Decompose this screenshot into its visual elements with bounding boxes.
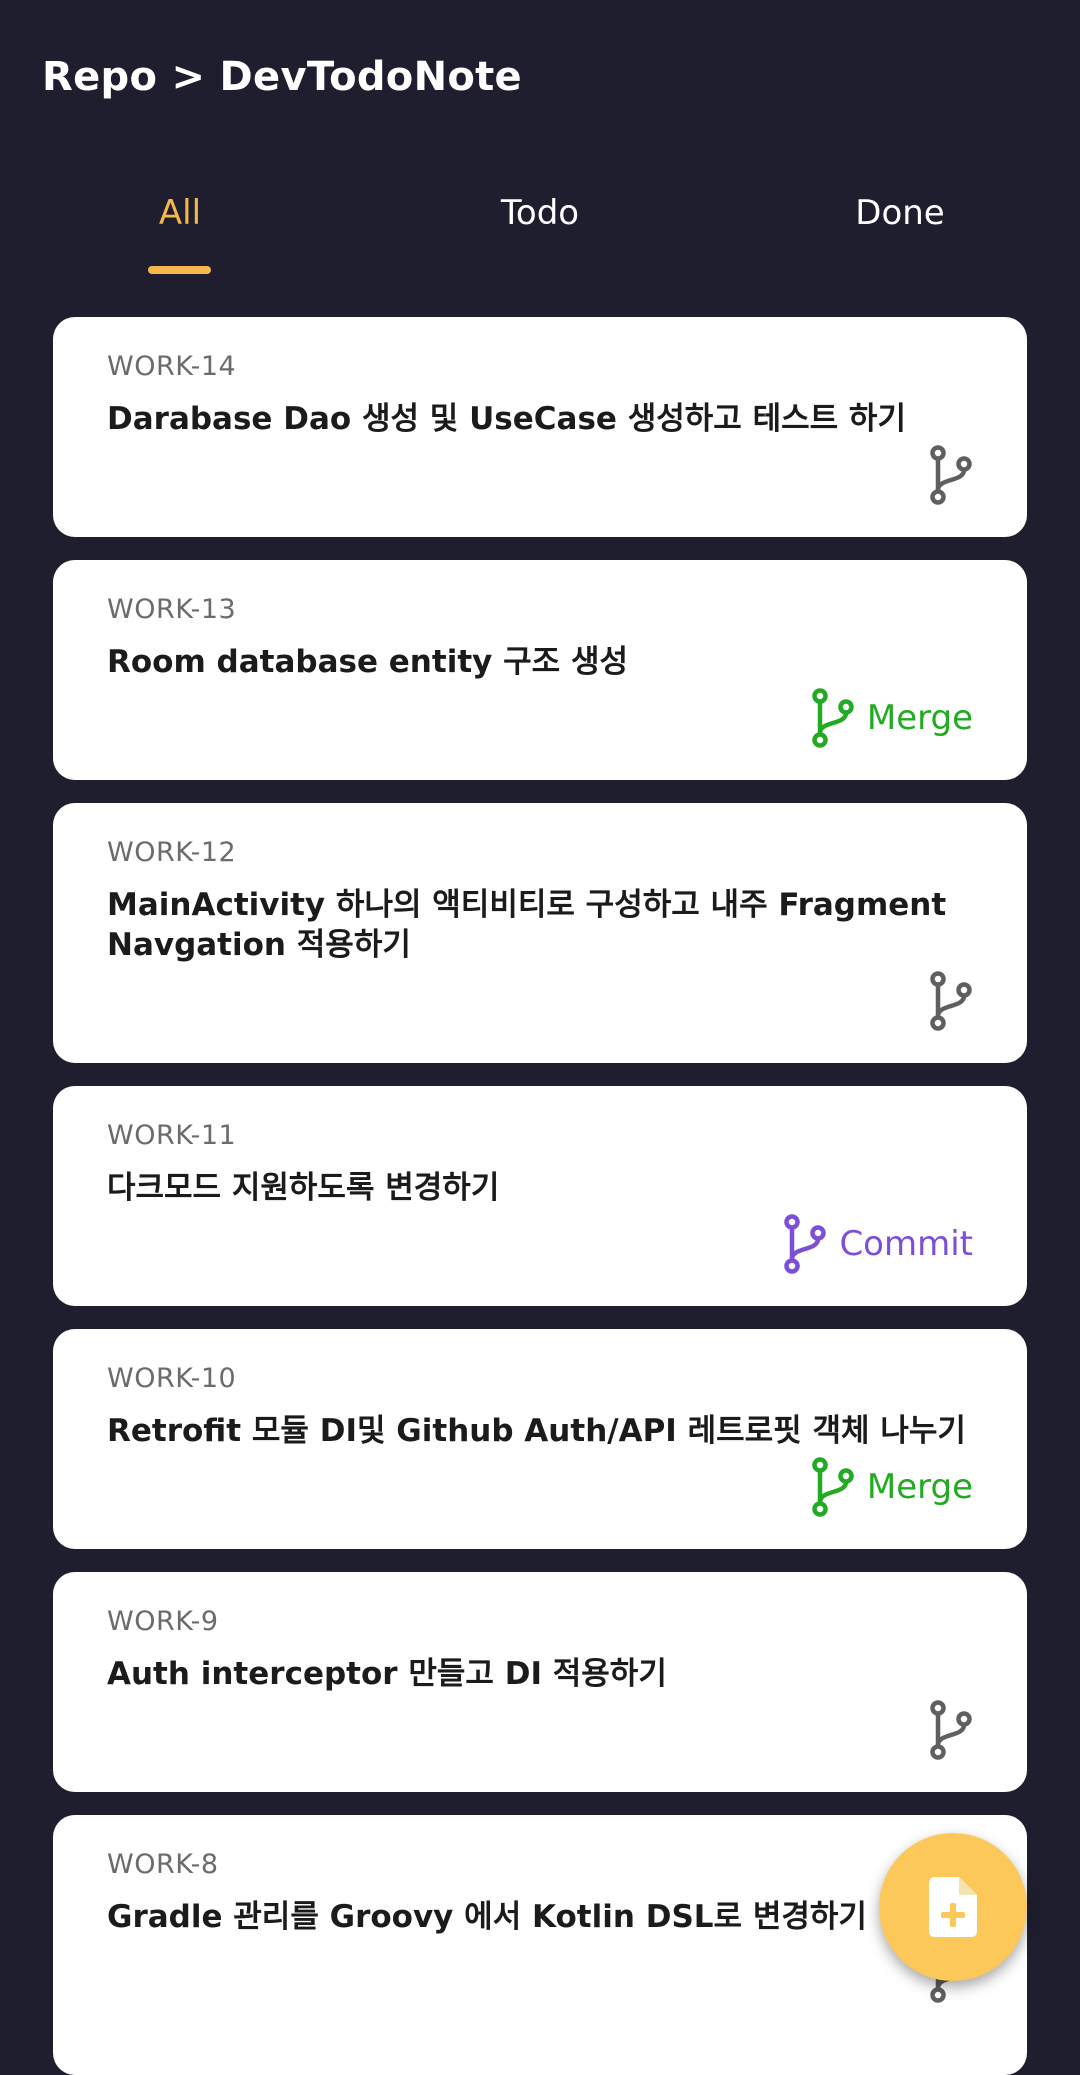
status-badge: Merge (811, 1457, 973, 1517)
git-branch-icon (930, 1700, 972, 1760)
work-id: WORK-14 (107, 351, 237, 382)
work-title: Darabase Dao 생성 및 UseCase 생성하고 테스트 하기 (107, 401, 906, 437)
work-card[interactable]: WORK-9 Auth interceptor 만들고 DI 적용하기 (53, 1572, 1027, 1792)
work-id: WORK-12 (107, 837, 237, 868)
tab-all[interactable]: All (110, 180, 250, 246)
status-badge (929, 1700, 973, 1760)
tab-done[interactable]: Done (820, 180, 980, 246)
tab-bar: All Todo Done (0, 180, 1080, 280)
work-card[interactable]: WORK-10 Retrofit 모듈 DI및 Github Auth/API 레… (53, 1329, 1027, 1549)
status-badge (929, 445, 973, 505)
add-note-button[interactable] (879, 1833, 1027, 1981)
page-title: Repo > DevTodoNote (42, 54, 522, 100)
status-badge: Merge (811, 688, 973, 748)
add-document-icon (929, 1877, 977, 1937)
tab-todo[interactable]: Todo (460, 180, 620, 246)
work-card[interactable]: WORK-13 Room database entity 구조 생성 Merge (53, 560, 1027, 780)
work-title: Auth interceptor 만들고 DI 적용하기 (107, 1656, 667, 1692)
work-card[interactable]: WORK-8 Gradle 관리를 Groovy 에서 Kotlin DSL로 변… (53, 1815, 1027, 2075)
work-id: WORK-9 (107, 1606, 219, 1637)
work-id: WORK-13 (107, 594, 237, 625)
git-branch-icon (930, 971, 972, 1031)
work-id: WORK-11 (107, 1120, 237, 1151)
git-branch-icon (930, 445, 972, 505)
work-card[interactable]: WORK-12 MainActivity 하나의 액티비티로 구성하고 내주 Fr… (53, 803, 1027, 1063)
work-title: MainActivity 하나의 액티비티로 구성하고 내주 Fragment … (107, 887, 947, 963)
work-id: WORK-8 (107, 1849, 219, 1880)
work-card[interactable]: WORK-14 Darabase Dao 생성 및 UseCase 생성하고 테스… (53, 317, 1027, 537)
status-label: Commit (839, 1224, 973, 1264)
status-label: Merge (866, 1467, 973, 1507)
work-title: Room database entity 구조 생성 (107, 644, 629, 680)
work-title: Retrofit 모듈 DI및 Github Auth/API 레트로핏 객체 … (107, 1413, 966, 1449)
status-badge: Commit (783, 1214, 973, 1274)
status-label: Merge (866, 698, 973, 738)
git-branch-icon (812, 1457, 854, 1517)
work-title: Gradle 관리를 Groovy 에서 Kotlin DSL로 변경하기 (107, 1899, 867, 1935)
git-branch-icon (784, 1214, 827, 1274)
work-id: WORK-10 (107, 1363, 237, 1394)
work-title: 다크모드 지원하도록 변경하기 (107, 1170, 500, 1206)
git-branch-icon (812, 688, 854, 748)
status-badge (929, 971, 973, 1031)
work-card[interactable]: WORK-11 다크모드 지원하도록 변경하기 Commit (53, 1086, 1027, 1306)
active-tab-indicator (148, 266, 211, 274)
